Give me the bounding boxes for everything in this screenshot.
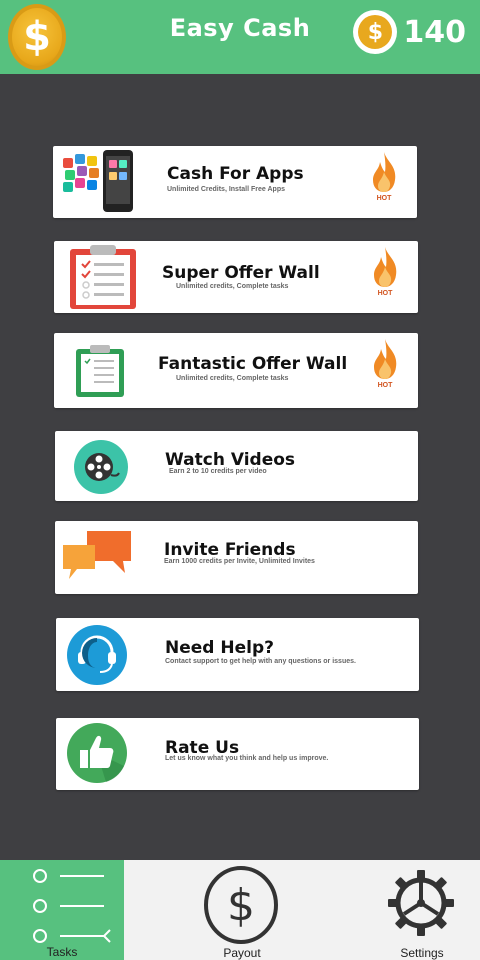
dollar-circle-icon: $ bbox=[204, 866, 278, 944]
card-subtitle: Unlimited Credits, Install Free Apps bbox=[167, 186, 285, 193]
app-header: $ Easy Cash $ 140 bbox=[0, 0, 480, 74]
red-clipboard-icon bbox=[70, 245, 136, 309]
card-title: Invite Friends bbox=[164, 540, 296, 560]
card-title: Super Offer Wall bbox=[162, 263, 320, 283]
film-reel-icon bbox=[74, 440, 128, 494]
card-title: Fantastic Offer Wall bbox=[158, 354, 348, 374]
hot-fire-icon: HOT bbox=[370, 337, 400, 389]
card-title: Watch Videos bbox=[165, 450, 296, 470]
card-watch-videos[interactable]: Watch Videos Earn 2 to 10 credits per vi… bbox=[55, 431, 418, 501]
card-subtitle: Unlimited credits, Complete tasks bbox=[176, 283, 289, 290]
card-cash-for-apps[interactable]: Cash For Apps Unlimited Credits, Install… bbox=[53, 146, 417, 218]
card-subtitle: Contact support to get help with any que… bbox=[165, 658, 356, 665]
card-subtitle: Earn 1000 credits per Invite, Unlimited … bbox=[164, 558, 315, 565]
phone-apps-icon bbox=[63, 150, 133, 212]
card-rate-us[interactable]: Rate Us Let us know what you think and h… bbox=[56, 718, 419, 790]
bottom-nav: Tasks $ Payout Settings bbox=[0, 860, 480, 960]
nav-label-settings: Settings bbox=[400, 946, 444, 960]
card-fantastic-offer-wall[interactable]: Fantastic Offer Wall Unlimited credits, … bbox=[54, 333, 418, 408]
gear-icon bbox=[388, 870, 454, 936]
svg-text:$: $ bbox=[227, 880, 255, 931]
headset-support-icon bbox=[67, 625, 127, 685]
task-list-icon bbox=[33, 869, 111, 943]
card-subtitle: Earn 2 to 10 credits per video bbox=[169, 468, 267, 475]
card-title: Need Help? bbox=[165, 638, 274, 658]
chat-bubbles-icon bbox=[63, 531, 131, 579]
nav-tab-settings[interactable]: Settings bbox=[370, 860, 474, 960]
card-title: Cash For Apps bbox=[167, 164, 304, 184]
nav-label-payout: Payout bbox=[223, 946, 261, 960]
nav-tab-tasks[interactable]: Tasks bbox=[0, 860, 124, 960]
card-need-help[interactable]: Need Help? Contact support to get help w… bbox=[56, 618, 419, 691]
hot-fire-icon: HOT bbox=[370, 245, 400, 297]
nav-tab-payout[interactable]: $ Payout bbox=[190, 860, 294, 960]
balance-value: 140 bbox=[403, 14, 466, 50]
card-subtitle: Let us know what you think and help us i… bbox=[165, 755, 329, 762]
coin-icon: $ bbox=[353, 10, 398, 54]
thumbs-up-icon bbox=[67, 723, 127, 783]
green-clipboard-icon bbox=[76, 345, 124, 397]
card-invite-friends[interactable]: Invite Friends Earn 1000 credits per Inv… bbox=[55, 521, 418, 594]
card-subtitle: Unlimited credits, Complete tasks bbox=[176, 375, 289, 382]
balance-display: $ 140 bbox=[353, 10, 466, 54]
card-super-offer-wall[interactable]: Super Offer Wall Unlimited credits, Comp… bbox=[54, 241, 418, 313]
hot-fire-icon: HOT bbox=[369, 150, 399, 202]
nav-label-tasks: Tasks bbox=[46, 945, 78, 959]
